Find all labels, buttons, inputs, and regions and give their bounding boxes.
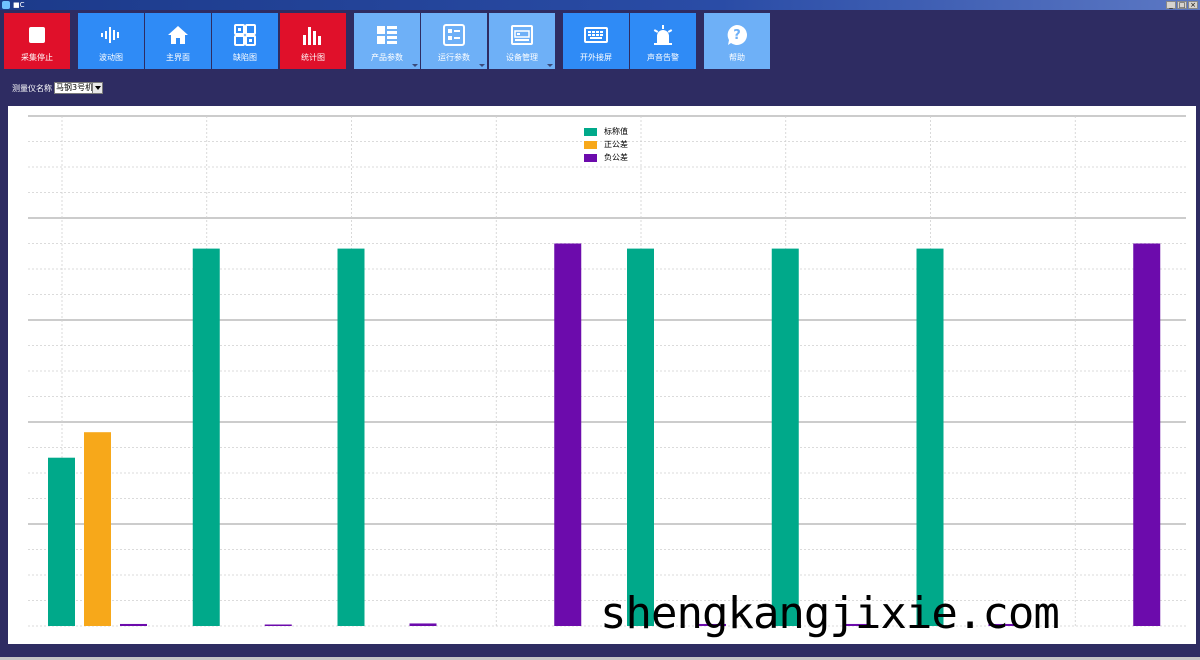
legend-item: 正公差 — [584, 138, 628, 151]
device-icon — [511, 25, 533, 45]
run-params-label: 运行参数 — [438, 53, 470, 62]
bar-chart — [28, 115, 1186, 627]
bar-lower-tolerance — [554, 243, 582, 626]
device-manage-button[interactable]: 设备管理 — [489, 13, 555, 69]
bar-lower-tolerance — [1133, 243, 1161, 626]
chevron-down-icon — [412, 64, 418, 67]
legend-label-lower: 负公差 — [604, 153, 628, 162]
home-button[interactable]: 主界面 — [145, 13, 211, 69]
instrument-select[interactable]: 马钢3号机 — [54, 82, 103, 94]
bar-chart-icon — [303, 27, 321, 45]
bar-lower-tolerance — [409, 623, 437, 626]
chevron-down-icon — [479, 64, 485, 67]
external-screen-button[interactable]: 开外接屏 — [563, 13, 629, 69]
minimize-button[interactable]: _ — [1166, 1, 1176, 9]
close-button[interactable]: × — [1188, 1, 1198, 9]
bar-nominal — [916, 248, 944, 626]
window-controls: _ □ × — [1166, 1, 1198, 9]
list-icon — [377, 26, 397, 44]
siren-icon — [653, 25, 673, 45]
maximize-button[interactable]: □ — [1177, 1, 1187, 9]
chart-legend: 标称值 正公差 负公差 — [584, 125, 628, 164]
product-params-button[interactable]: 产品参数 — [354, 13, 420, 69]
home-label: 主界面 — [166, 53, 190, 62]
bar-lower-tolerance — [264, 624, 292, 626]
defect-chart-label: 缺陷图 — [233, 53, 257, 62]
product-params-label: 产品参数 — [371, 53, 403, 62]
legend-item: 标称值 — [584, 125, 628, 138]
stats-chart-label: 统计图 — [301, 53, 325, 62]
sound-alarm-label: 声音告警 — [647, 53, 679, 62]
help-label: 帮助 — [729, 53, 745, 62]
legend-swatch-upper — [584, 140, 597, 149]
window-title: ■C — [13, 1, 25, 9]
chevron-down-icon[interactable] — [92, 83, 102, 93]
run-params-button[interactable]: 运行参数 — [421, 13, 487, 69]
instrument-name-label: 测量仪名称 — [12, 83, 52, 93]
wave-chart-label: 波动图 — [99, 53, 123, 62]
home-icon — [168, 26, 188, 44]
title-bar: ■C _ □ × — [0, 0, 1200, 10]
form-icon — [443, 24, 465, 46]
instrument-selector-row: 测量仪名称 马钢3号机 — [12, 80, 103, 96]
instrument-select-value: 马钢3号机 — [56, 83, 94, 92]
legend-swatch-lower — [584, 153, 597, 162]
waveform-icon — [101, 27, 119, 43]
stop-square-icon — [29, 27, 45, 43]
legend-item: 负公差 — [584, 151, 628, 164]
grid-icon — [234, 24, 256, 46]
help-icon: ? — [727, 25, 747, 45]
defect-chart-button[interactable]: 缺陷图 — [212, 13, 278, 69]
stop-collection-button[interactable]: 采集停止 — [4, 13, 70, 69]
bar-nominal — [627, 248, 654, 626]
stats-chart-button[interactable]: 统计图 — [280, 13, 346, 69]
watermark-text: shengkangjixie.com — [600, 588, 1060, 639]
help-button[interactable]: ? 帮助 — [704, 13, 770, 69]
legend-swatch-nominal — [584, 127, 597, 136]
keyboard-icon — [584, 27, 608, 43]
external-screen-label: 开外接屏 — [580, 53, 612, 62]
bar-upper-tolerance — [84, 432, 111, 626]
chevron-down-icon — [547, 64, 553, 67]
chart-panel — [0, 101, 1200, 660]
chart-area — [8, 106, 1196, 644]
app-icon — [2, 1, 10, 9]
toolbar: 采集停止 波动图 主界面 缺陷图 统计图 产品参数 运行参数 设备管理 开外接屏… — [0, 10, 1200, 70]
wave-chart-button[interactable]: 波动图 — [78, 13, 144, 69]
bar-nominal — [48, 457, 75, 626]
bar-lower-tolerance — [120, 623, 147, 626]
sound-alarm-button[interactable]: 声音告警 — [630, 13, 696, 69]
bar-nominal — [192, 248, 220, 626]
stop-collection-label: 采集停止 — [21, 53, 53, 62]
legend-label-upper: 正公差 — [604, 140, 628, 149]
legend-label-nominal: 标称值 — [604, 127, 628, 136]
bar-nominal — [771, 248, 799, 626]
bar-nominal — [337, 248, 365, 626]
device-manage-label: 设备管理 — [506, 53, 538, 62]
svg-text:?: ? — [733, 28, 741, 43]
